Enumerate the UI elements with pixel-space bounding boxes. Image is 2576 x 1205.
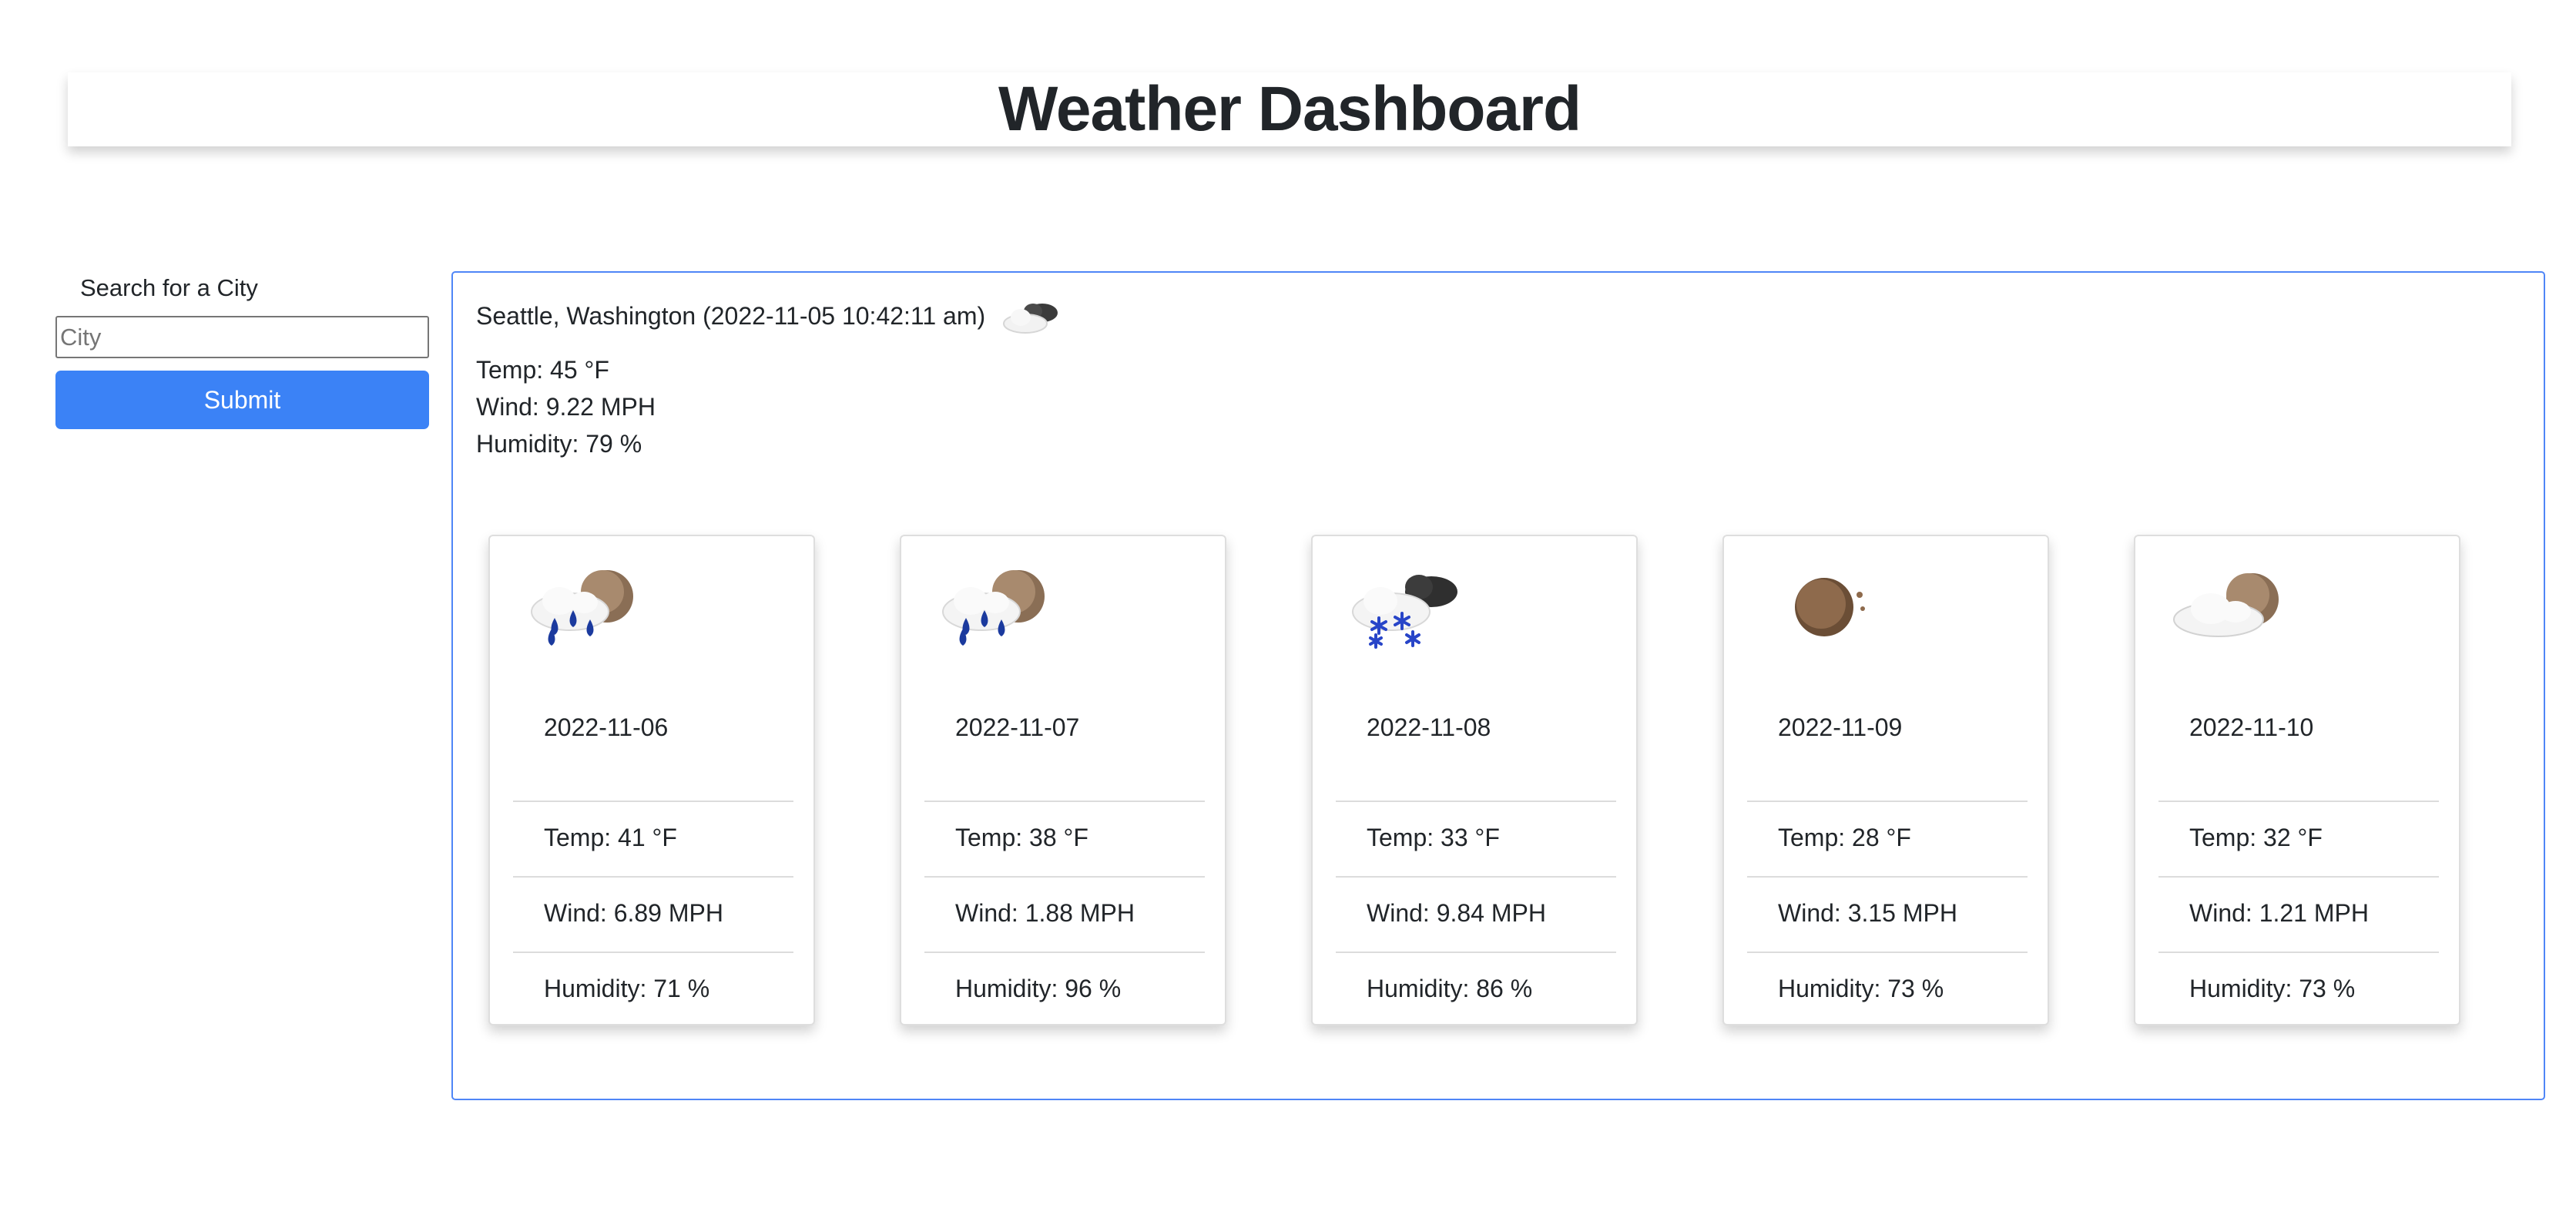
current-weather-panel: Seattle, Washington (2022-11-05 10:42:11… (451, 271, 2545, 1100)
forecast-date: 2022-11-06 (544, 713, 669, 741)
forecast-date: 2022-11-08 (1367, 713, 1491, 741)
rain-night-icon (531, 570, 633, 646)
snow-icon (1352, 575, 1457, 649)
search-label: Search for a City (80, 274, 258, 301)
clear-night-icon (1795, 578, 1865, 636)
forecast-temp: Temp: 38 °F (955, 824, 1088, 851)
search-panel: Search for a City Submit (55, 268, 429, 429)
forecast-date: 2022-11-07 (955, 713, 1080, 741)
forecast-card: 2022-11-09 Temp: 28 °F Wind: 3.15 MPH Hu… (1722, 535, 2049, 1025)
current-temp: Temp: 45 °F (476, 356, 609, 384)
forecast-card: 2022-11-10 Temp: 32 °F Wind: 1.21 MPH Hu… (2134, 535, 2460, 1025)
current-city-title: Seattle, Washington (2022-11-05 10:42:11… (476, 301, 986, 330)
current-humidity: Humidity: 79 % (476, 430, 642, 458)
forecast-wind: Wind: 9.84 MPH (1367, 899, 1546, 927)
forecast-wind: Wind: 1.88 MPH (955, 899, 1135, 927)
forecast-date: 2022-11-10 (2189, 713, 2314, 741)
page-title: Weather Dashboard (998, 74, 1581, 144)
forecast-wind: Wind: 6.89 MPH (544, 899, 723, 927)
forecast-wind: Wind: 1.21 MPH (2189, 899, 2369, 927)
forecast-wind: Wind: 3.15 MPH (1778, 899, 1957, 927)
forecast-card: 2022-11-07 Temp: 38 °F Wind: 1.88 MPH Hu… (900, 535, 1226, 1025)
forecast-humidity: Humidity: 73 % (2189, 975, 2356, 1002)
forecast-humidity: Humidity: 96 % (955, 975, 1122, 1002)
current-wind: Wind: 9.22 MPH (476, 393, 656, 421)
forecast-temp: Temp: 33 °F (1367, 824, 1500, 851)
submit-button[interactable]: Submit (55, 371, 429, 429)
forecast-humidity: Humidity: 86 % (1367, 975, 1533, 1002)
forecast-temp: Temp: 41 °F (544, 824, 677, 851)
forecast-card: 2022-11-06 Temp: 41 °F Wind: 6.89 MPH Hu… (488, 535, 815, 1025)
header-bar: Weather Dashboard (68, 72, 2511, 146)
rain-night-icon (942, 570, 1045, 646)
forecast-card: 2022-11-08 Temp: 33 °F Wind: 9.84 MPH Hu… (1311, 535, 1638, 1025)
forecast-humidity: Humidity: 73 % (1778, 975, 1944, 1002)
forecast-date: 2022-11-09 (1778, 713, 1903, 741)
forecast-humidity: Humidity: 71 % (544, 975, 710, 1002)
cloudy-night-icon (2173, 573, 2279, 637)
partly-cloudy-night-icon (1003, 304, 1058, 334)
city-input[interactable] (55, 316, 429, 358)
forecast-temp: Temp: 28 °F (1778, 824, 1911, 851)
forecast-temp: Temp: 32 °F (2189, 824, 2323, 851)
